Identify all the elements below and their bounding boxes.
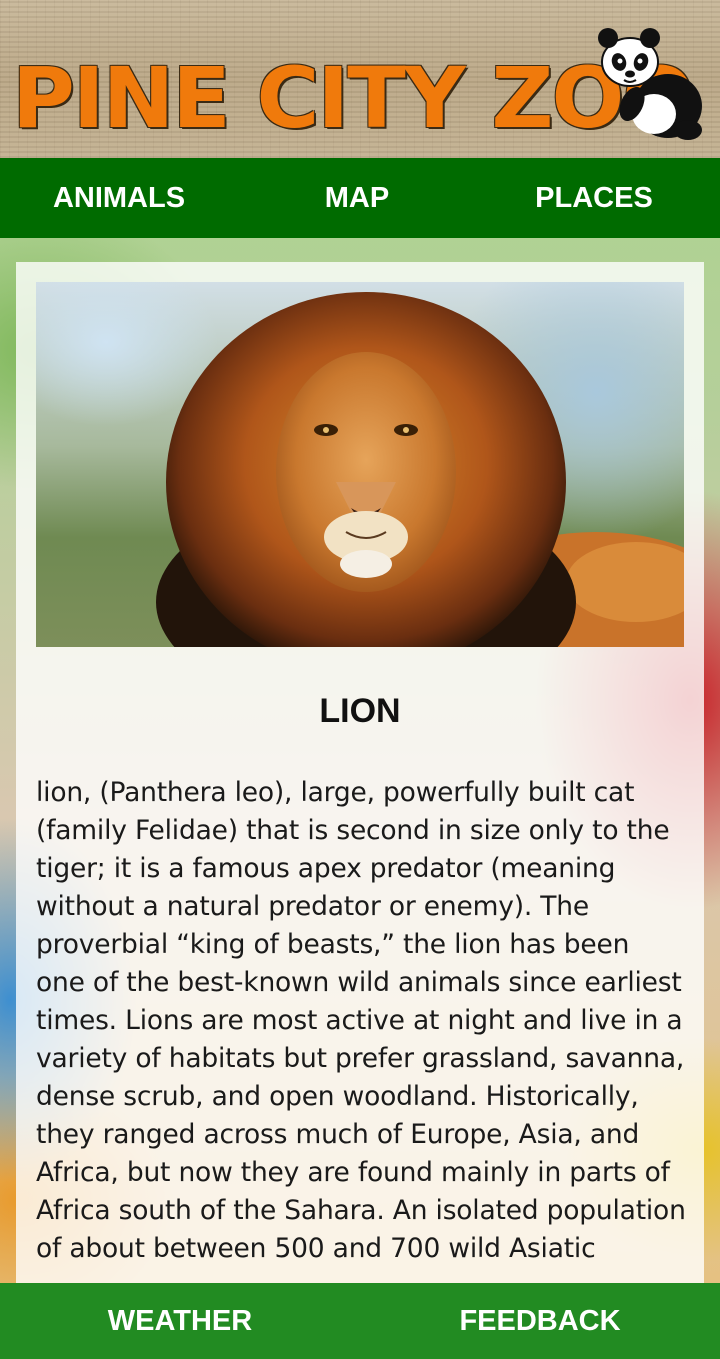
animal-name-heading: LION xyxy=(319,692,401,730)
bottom-navigation: WEATHER FEEDBACK xyxy=(0,1283,720,1359)
nav-feedback-link[interactable]: FEEDBACK xyxy=(360,1283,720,1359)
nav-map-link[interactable]: MAP xyxy=(238,158,476,238)
animal-description: lion, (Panthera leo), large, powerfully … xyxy=(36,777,686,1264)
nav-animals-link[interactable]: ANIMALS xyxy=(0,158,238,238)
app-header: PINE CITY ZOO xyxy=(0,0,720,158)
nav-places-link[interactable]: PLACES xyxy=(476,158,712,238)
lion-photo xyxy=(36,282,684,647)
panda-icon xyxy=(598,28,702,140)
animal-detail-card: LION lion, (Panthera leo), large, powerf… xyxy=(16,262,704,1302)
nav-weather-link[interactable]: WEATHER xyxy=(0,1283,360,1359)
lion-illustration xyxy=(156,292,684,647)
top-navigation: ANIMALS MAP PLACES xyxy=(0,158,720,238)
zoo-logo-text: PINE CITY ZOO xyxy=(12,49,695,147)
